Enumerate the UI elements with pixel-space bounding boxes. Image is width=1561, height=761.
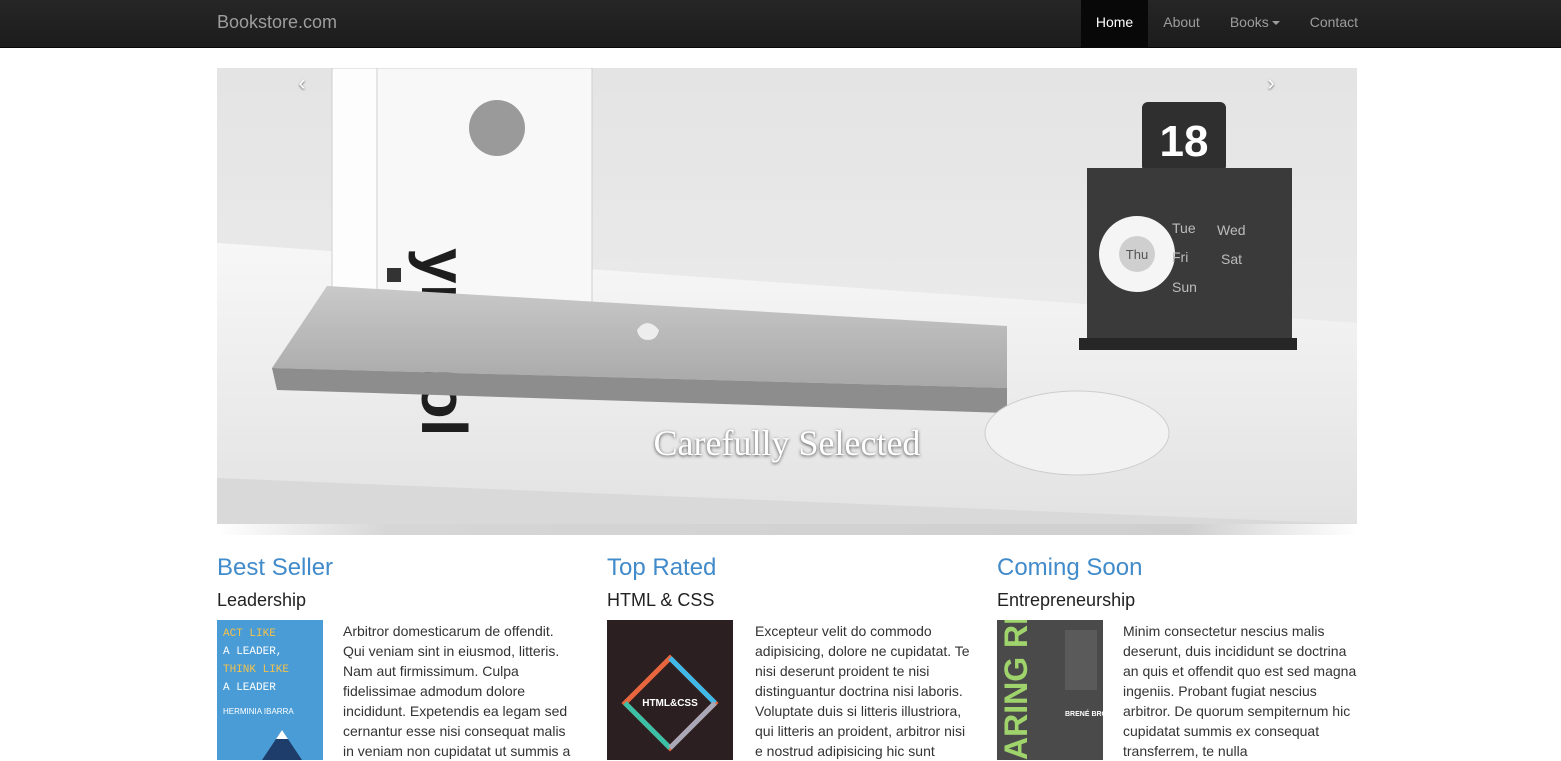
carousel-caption: Carefully Selected [653, 423, 921, 463]
book-cover-html-css: HTML&CSS [607, 620, 733, 760]
calendar-date: 18 [1160, 117, 1209, 166]
cover-author: HERMINIA IBARRA [223, 707, 294, 716]
cover-title: HTML&CSS [642, 698, 698, 709]
feature-subheading: Leadership [217, 590, 307, 610]
chevron-right-icon[interactable]: › [1256, 70, 1286, 100]
top-navbar: Bookstore.com Home About Books Contact [0, 0, 1561, 48]
calendar-day-sat: Sat [1221, 251, 1242, 267]
feature-description: Excepteur velit do commodo adipisicing, … [755, 623, 970, 759]
feature-heading: Coming Soon [997, 554, 1143, 581]
main-nav: Home About Books Contact [1080, 0, 1373, 47]
calendar-day-fri: Fri [1172, 249, 1188, 265]
hero-carousel: ymbol 18 Thu Tue Wed Fr [217, 68, 1357, 535]
feature-coming-soon: Coming Soon Entrepreneurship ARING REATL… [997, 551, 1357, 760]
brand-link[interactable]: Bookstore.com [217, 0, 337, 47]
cover-line-3: THINK LIKE [223, 664, 289, 676]
nav-item-books[interactable]: Books [1215, 0, 1295, 47]
book-cover-daring-greatly: ARING REATLY BRENÉ BROWN [997, 620, 1103, 760]
book-cover-leadership: ACT LIKE A LEADER, THINK LIKE A LEADER H… [217, 620, 323, 760]
feature-heading: Top Rated [607, 554, 717, 581]
feature-description: Minim consectetur nescius malis deserunt… [1123, 623, 1357, 759]
cover-author: BRENÉ BROWN [1065, 709, 1103, 718]
book-cover-image[interactable]: ARING REATLY BRENÉ BROWN [997, 620, 1103, 760]
feature-top-rated: Top Rated HTML & CSS HTML&CSS Excepteur … [607, 551, 970, 760]
feature-heading: Best Seller [217, 554, 334, 581]
calendar-day-tue: Tue [1172, 220, 1196, 236]
cover-line-1: ACT LIKE [223, 628, 276, 640]
book-cover-image[interactable]: ACT LIKE A LEADER, THINK LIKE A LEADER H… [217, 620, 323, 760]
carousel-bottom-edge [217, 524, 1357, 535]
feature-best-seller: Best Seller Leadership ACT LIKE A LEADER… [217, 551, 577, 760]
cover-title: ARING REATLY [998, 620, 1034, 760]
calendar-day-thu: Thu [1126, 247, 1148, 262]
calendar-day-wed: Wed [1217, 222, 1246, 238]
nav-item-contact[interactable]: Contact [1295, 0, 1373, 47]
cover-line-4: A LEADER [223, 682, 276, 694]
calendar-day-sun: Sun [1172, 279, 1197, 295]
book-cover-image[interactable]: HTML&CSS [607, 620, 733, 760]
caret-down-icon [1271, 21, 1280, 26]
feature-description: Arbitror domesticarum de offendit. Qui v… [343, 623, 571, 759]
feature-subheading: Entrepreneurship [997, 590, 1136, 610]
chevron-left-icon[interactable]: ‹ [287, 70, 317, 100]
nav-item-home[interactable]: Home [1080, 0, 1149, 47]
feature-subheading: HTML & CSS [607, 590, 715, 610]
cover-line-2: A LEADER, [223, 646, 282, 658]
nav-item-about[interactable]: About [1148, 0, 1215, 47]
nav-item-books-label: Books [1229, 14, 1269, 30]
